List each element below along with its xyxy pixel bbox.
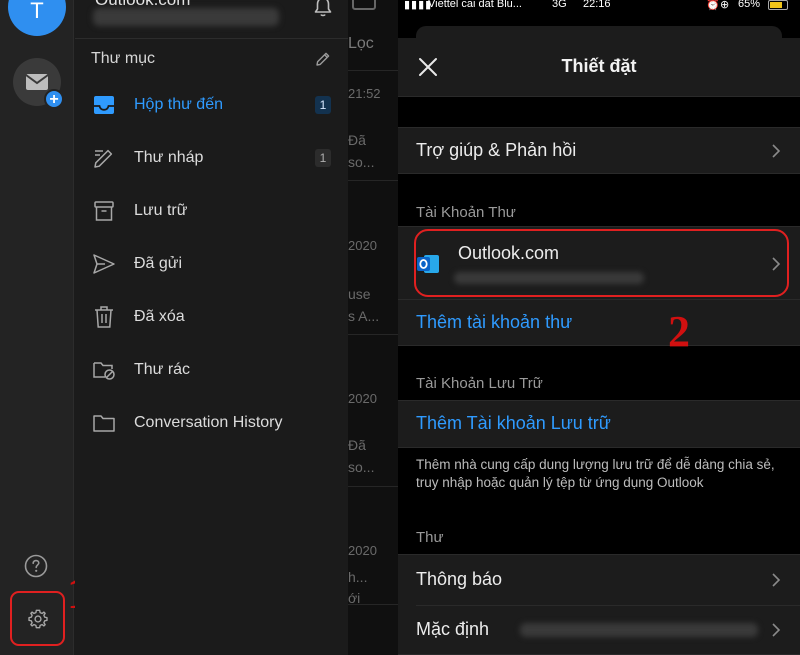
folder-deleted[interactable]: Đã xóa xyxy=(75,295,348,339)
compose-icon xyxy=(352,0,376,10)
carrier-name: Viettel cai dat Blu... xyxy=(428,0,522,10)
gear-icon xyxy=(27,609,48,628)
mail-icon xyxy=(25,74,49,90)
help-icon[interactable] xyxy=(24,554,48,578)
section-header: Tài Khoản Lưu Trữ xyxy=(416,375,543,392)
divider xyxy=(348,486,398,487)
default-row[interactable]: Mặc định xyxy=(398,606,800,655)
row-label: Trợ giúp & Phản hồi xyxy=(416,140,577,160)
mail-snippet: so... xyxy=(348,154,375,170)
mail-snippet: Đã xyxy=(348,437,366,453)
annotation-number: 2 xyxy=(668,307,690,356)
junk-icon xyxy=(91,357,117,383)
folders-title: Thư mục xyxy=(91,50,156,67)
bell-icon[interactable] xyxy=(313,0,333,18)
mail-snippet: h... xyxy=(348,569,368,585)
folder-drafts[interactable]: Thư nháp 1 xyxy=(75,136,348,180)
sent-icon xyxy=(91,251,117,277)
blurred-value xyxy=(520,623,758,637)
divider xyxy=(398,299,800,300)
archive-icon xyxy=(91,198,117,224)
row-label: Thông báo xyxy=(416,569,503,589)
alarm-icon: ⏰ xyxy=(706,0,720,11)
mail-settings-group: Thông báo Mặc định xyxy=(398,554,800,655)
help-feedback-row[interactable]: Trợ giúp & Phản hồi xyxy=(398,127,800,174)
status-time: 22:16 xyxy=(583,0,611,10)
mail-time: 21:52 xyxy=(348,86,381,101)
add-mail-account-link[interactable]: Thêm tài khoản thư xyxy=(416,312,572,333)
folder-archive[interactable]: Lưu trữ xyxy=(75,189,348,233)
mail-date: 2020 xyxy=(348,543,377,558)
divider xyxy=(348,180,398,181)
blurred-email xyxy=(93,8,279,26)
chevron-right-icon xyxy=(772,573,781,587)
mail-date: 2020 xyxy=(348,391,377,406)
add-storage-account-row[interactable]: Thêm Tài khoản Lưu trữ xyxy=(398,400,800,448)
notifications-row[interactable]: Thông báo xyxy=(398,555,800,605)
unread-count-badge: 1 xyxy=(315,96,331,114)
folder-label: Thư rác xyxy=(134,361,191,378)
highlight-box xyxy=(414,229,789,297)
battery-percent: 65% xyxy=(738,0,761,10)
folder-label: Hộp thư đến xyxy=(134,96,223,113)
divider xyxy=(348,334,398,335)
mail-snippet: use xyxy=(348,286,371,302)
lock-rotation-icon: ⊕ xyxy=(720,0,730,11)
network-type: 3G xyxy=(552,0,567,10)
settings-button[interactable] xyxy=(10,591,65,646)
mail-snippet: Đã xyxy=(348,132,366,148)
divider xyxy=(348,604,398,605)
trash-icon xyxy=(91,304,117,330)
folder-panel: Outlook.com Thư mục Hộp thư đến 1 Thư nh… xyxy=(75,0,348,655)
drafts-icon xyxy=(91,145,117,171)
inbox-icon xyxy=(91,92,117,118)
section-header: Tài Khoản Thư xyxy=(416,204,516,221)
folder-label: Thư nháp xyxy=(134,149,204,166)
account-rail: T + 1 xyxy=(0,0,90,655)
plus-icon: + xyxy=(44,89,64,109)
settings-header: Thiết đặt xyxy=(398,38,800,97)
row-label: Mặc định xyxy=(416,619,490,639)
folder-label: Conversation History xyxy=(134,414,283,431)
mail-snippet: s A... xyxy=(348,308,380,324)
right-phone-screen: ▮▮▮▮ Viettel cai dat Blu... 3G 22:16 ⏰ ⊕… xyxy=(398,0,800,655)
left-phone-screen: T + 1 Outlook.com Thư mục xyxy=(0,0,398,655)
mail-snippet: so... xyxy=(348,459,375,475)
folder-inbox[interactable]: Hộp thư đến 1 xyxy=(75,83,348,127)
draft-count-badge: 1 xyxy=(315,149,331,167)
mail-date: 2020 xyxy=(348,238,377,253)
chevron-right-icon xyxy=(772,144,781,158)
page-title: Thiết đặt xyxy=(561,56,637,76)
background-mail-list: Lọc 21:52 Đã so... 2020 use s A... 2020 … xyxy=(348,0,398,655)
storage-note: Thêm nhà cung cấp dung lượng lưu trữ để … xyxy=(416,457,775,490)
avatar[interactable]: T xyxy=(8,0,66,36)
divider xyxy=(348,70,398,71)
add-mail-account-button[interactable]: + xyxy=(13,58,64,109)
folder-label: Đã gửi xyxy=(134,255,183,272)
status-bar: ▮▮▮▮ Viettel cai dat Blu... 3G 22:16 ⏰ ⊕… xyxy=(398,0,800,12)
folder-icon xyxy=(91,410,117,436)
folder-label: Lưu trữ xyxy=(134,202,188,219)
folder-sent[interactable]: Đã gửi xyxy=(75,242,348,286)
filter-label: Lọc xyxy=(348,35,374,52)
folder-junk[interactable]: Thư rác xyxy=(75,348,348,392)
pencil-icon[interactable] xyxy=(315,51,331,67)
chevron-right-icon xyxy=(772,623,781,637)
section-header: Thư xyxy=(416,529,444,546)
folder-conversation-history[interactable]: Conversation History xyxy=(75,401,348,445)
add-storage-account-link[interactable]: Thêm Tài khoản Lưu trữ xyxy=(416,413,611,434)
folder-label: Đã xóa xyxy=(134,308,185,325)
battery-icon xyxy=(768,0,788,10)
divider xyxy=(75,38,348,39)
